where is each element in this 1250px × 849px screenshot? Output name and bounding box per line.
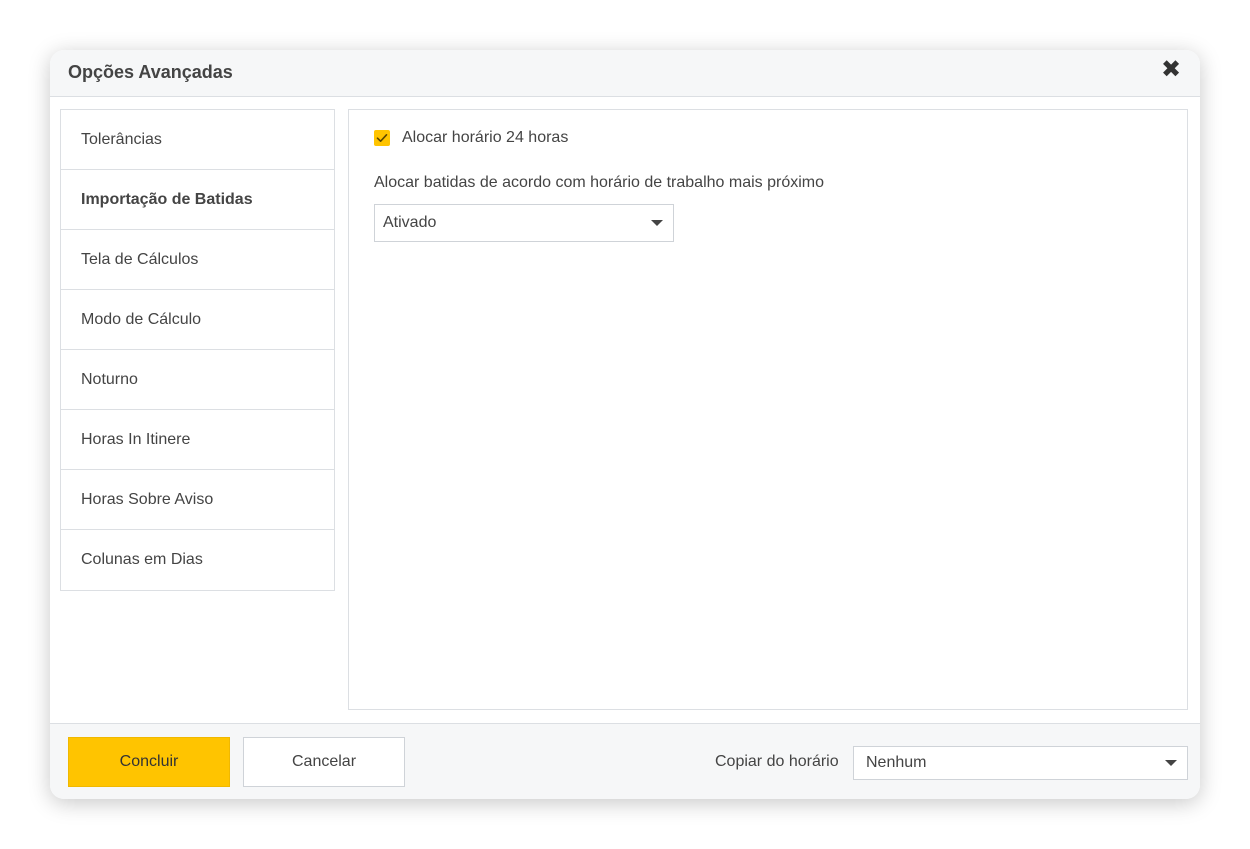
allocate-24h-checkbox[interactable]: [374, 130, 390, 146]
sidebar-item-tela-de-calculos[interactable]: Tela de Cálculos: [61, 230, 334, 290]
chevron-down-icon: [651, 220, 663, 226]
cancel-button[interactable]: Cancelar: [243, 737, 405, 787]
conclude-button[interactable]: Concluir: [68, 737, 230, 787]
copy-schedule-value: Nenhum: [866, 754, 927, 771]
sidebar-item-colunas-em-dias[interactable]: Colunas em Dias: [61, 530, 334, 590]
close-icon[interactable]: ✖: [1160, 58, 1182, 82]
checkmark-icon: [376, 134, 388, 142]
sidebar-item-modo-de-calculo[interactable]: Modo de Cálculo: [61, 290, 334, 350]
sidebar-item-horas-sobre-aviso[interactable]: Horas Sobre Aviso: [61, 470, 334, 530]
copy-schedule-label: Copiar do horário: [715, 753, 839, 770]
sidebar-item-noturno[interactable]: Noturno: [61, 350, 334, 410]
allocate-24h-label: Alocar horário 24 horas: [402, 129, 569, 146]
dialog-footer: Concluir Cancelar Copiar do horário Nenh…: [50, 723, 1200, 799]
sidebar-item-importacao-de-batidas[interactable]: Importação de Batidas: [61, 170, 334, 230]
allocate-punches-label: Alocar batidas de acordo com horário de …: [374, 174, 825, 191]
advanced-options-dialog: Opções Avançadas ✖ Tolerâncias Importaçã…: [50, 50, 1200, 799]
allocate-punches-select[interactable]: Ativado: [374, 204, 674, 242]
allocate-punches-value: Ativado: [383, 214, 437, 231]
sidebar-item-horas-in-itinere[interactable]: Horas In Itinere: [61, 410, 334, 470]
options-sidebar: Tolerâncias Importação de Batidas Tela d…: [60, 109, 335, 591]
allocate-24h-option: Alocar horário 24 horas: [374, 129, 568, 147]
dialog-header: Opções Avançadas ✖: [50, 50, 1200, 97]
options-content-panel: Alocar horário 24 horas Alocar batidas d…: [348, 109, 1188, 710]
copy-schedule-select[interactable]: Nenhum: [853, 746, 1188, 780]
sidebar-item-tolerancias[interactable]: Tolerâncias: [61, 110, 334, 170]
chevron-down-icon: [1165, 760, 1177, 766]
dialog-title: Opções Avançadas: [68, 62, 233, 82]
